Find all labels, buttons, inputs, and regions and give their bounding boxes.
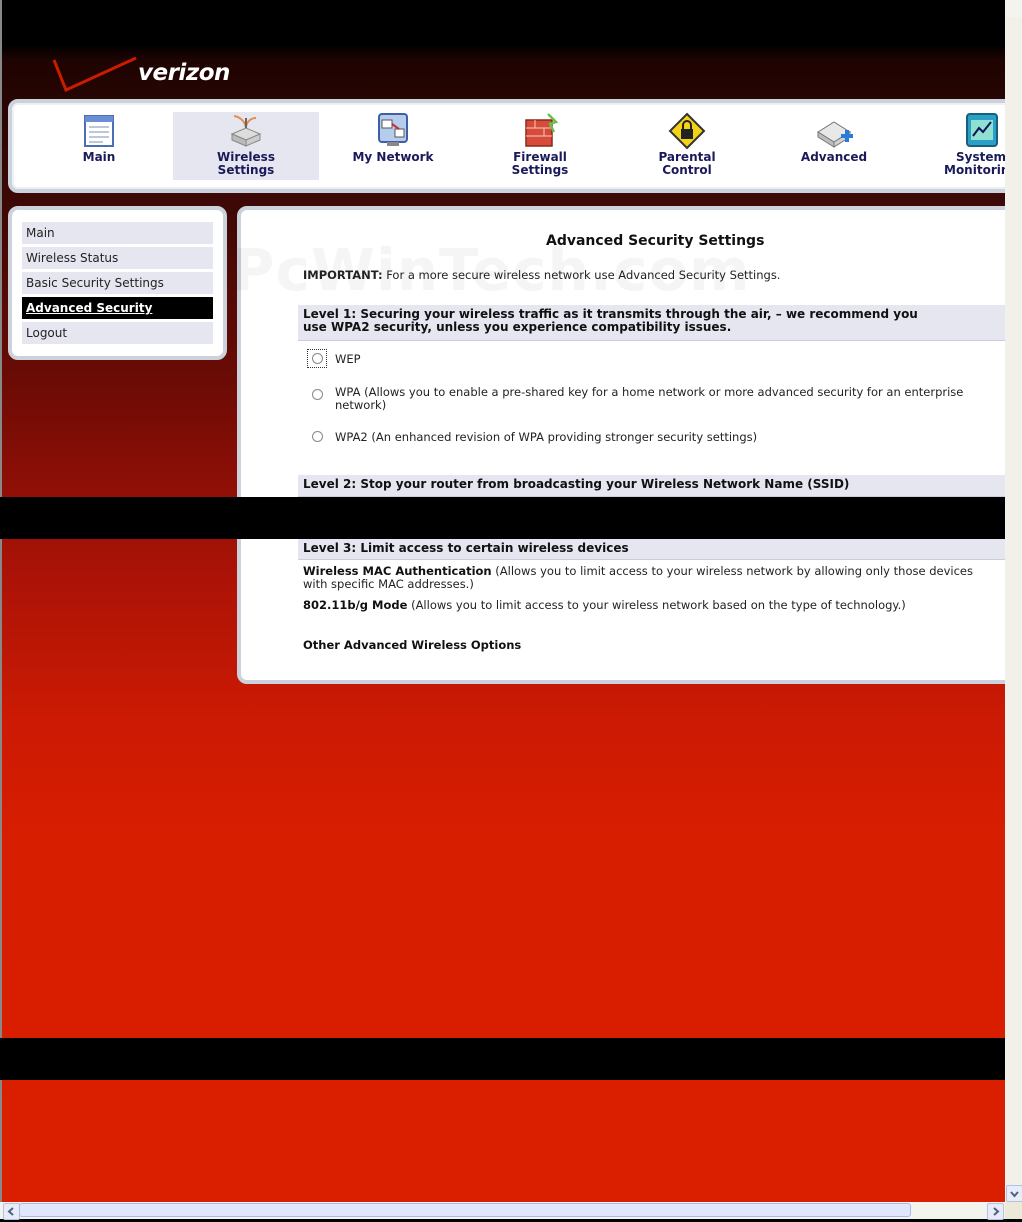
- sidebar-item-basic-security[interactable]: Basic Security Settings: [22, 272, 213, 294]
- scroll-down-button[interactable]: [1006, 1185, 1022, 1202]
- sidebar: Main Wireless Status Basic Security Sett…: [8, 206, 227, 360]
- scrollbar-corner: [1005, 1202, 1022, 1219]
- main-icon: [84, 115, 114, 147]
- nav-main-label: Main: [82, 150, 116, 164]
- network-icon: [378, 113, 408, 146]
- other-options-link[interactable]: Other Advanced Wireless Options: [303, 638, 521, 652]
- nav-wireless-settings[interactable]: Wireless Settings: [173, 112, 319, 180]
- vertical-scrollbar[interactable]: [1005, 0, 1022, 1202]
- redaction-band: [0, 497, 1022, 539]
- advanced-icon: [817, 121, 853, 148]
- nav-parental-control[interactable]: Parental Control: [614, 112, 760, 180]
- sidebar-item-wireless-status[interactable]: Wireless Status: [22, 247, 213, 269]
- scroll-left-button[interactable]: [3, 1203, 20, 1220]
- mac-auth-link[interactable]: Wireless MAC Authentication: [303, 564, 492, 578]
- top-navigation: Main Wireless Settings My Network Firewa…: [8, 99, 1018, 193]
- important-text: For a more secure wireless network use A…: [382, 268, 781, 282]
- nav-wireless-label-line2: Settings: [217, 163, 275, 177]
- chevron-left-icon: [7, 1207, 14, 1216]
- mode-row: 802.11b/g Mode (Allows you to limit acce…: [303, 599, 906, 612]
- mac-auth-row: Wireless MAC Authentication (Allows you …: [303, 565, 983, 591]
- chevron-right-icon: [993, 1207, 1000, 1216]
- chevron-down-icon: [1010, 1191, 1019, 1198]
- scroll-right-button[interactable]: [987, 1203, 1004, 1220]
- wireless-icon: [230, 115, 262, 147]
- mode-link[interactable]: 802.11b/g Mode: [303, 598, 407, 612]
- wep-radio[interactable]: [312, 353, 323, 364]
- verizon-logo-text: verizon: [138, 60, 230, 86]
- nav-my-network-label: My Network: [352, 150, 434, 164]
- nav-advanced-label: Advanced: [800, 150, 868, 164]
- level3-header: Level 3: Limit access to certain wireles…: [298, 539, 1005, 560]
- nav-advanced[interactable]: Advanced: [761, 112, 907, 180]
- level2-header: Level 2: Stop your router from broadcast…: [298, 475, 1005, 497]
- wpa-label: WPA (Allows you to enable a pre-shared k…: [335, 385, 964, 412]
- level1-header: Level 1: Securing your wireless traffic …: [298, 305, 1005, 341]
- nav-main[interactable]: Main: [26, 112, 172, 180]
- wpa2-radio[interactable]: [312, 431, 323, 442]
- redaction-band-lower: [0, 1038, 1022, 1080]
- firewall-icon: [525, 113, 559, 147]
- vertical-scroll-track[interactable]: [1005, 17, 1022, 1185]
- important-label: IMPORTANT:: [303, 268, 383, 282]
- wpa-radio[interactable]: [312, 389, 323, 400]
- nav-firewall-label-line2: Settings: [511, 163, 569, 177]
- nav-parental-label-line2: Control: [662, 163, 712, 177]
- sidebar-item-main[interactable]: Main: [22, 222, 213, 244]
- wep-label: WEP: [335, 352, 361, 366]
- page-title: Advanced Security Settings: [546, 233, 765, 249]
- sidebar-item-logout[interactable]: Logout: [22, 322, 213, 344]
- sidebar-item-advanced-security[interactable]: Advanced Security Settings: [22, 297, 213, 337]
- wpa2-label: WPA2 (An enhanced revision of WPA provid…: [335, 430, 758, 444]
- lock-icon: [668, 112, 706, 150]
- horizontal-scroll-thumb[interactable]: [19, 1203, 911, 1217]
- nav-firewall-settings[interactable]: Firewall Settings: [467, 112, 613, 180]
- other-options-row: Other Advanced Wireless Options: [303, 639, 521, 652]
- monitor-icon: [966, 113, 998, 147]
- nav-my-network[interactable]: My Network: [320, 112, 466, 180]
- important-note: IMPORTANT: For a more secure wireless ne…: [303, 268, 780, 282]
- mode-desc: (Allows you to limit access to your wire…: [407, 598, 906, 612]
